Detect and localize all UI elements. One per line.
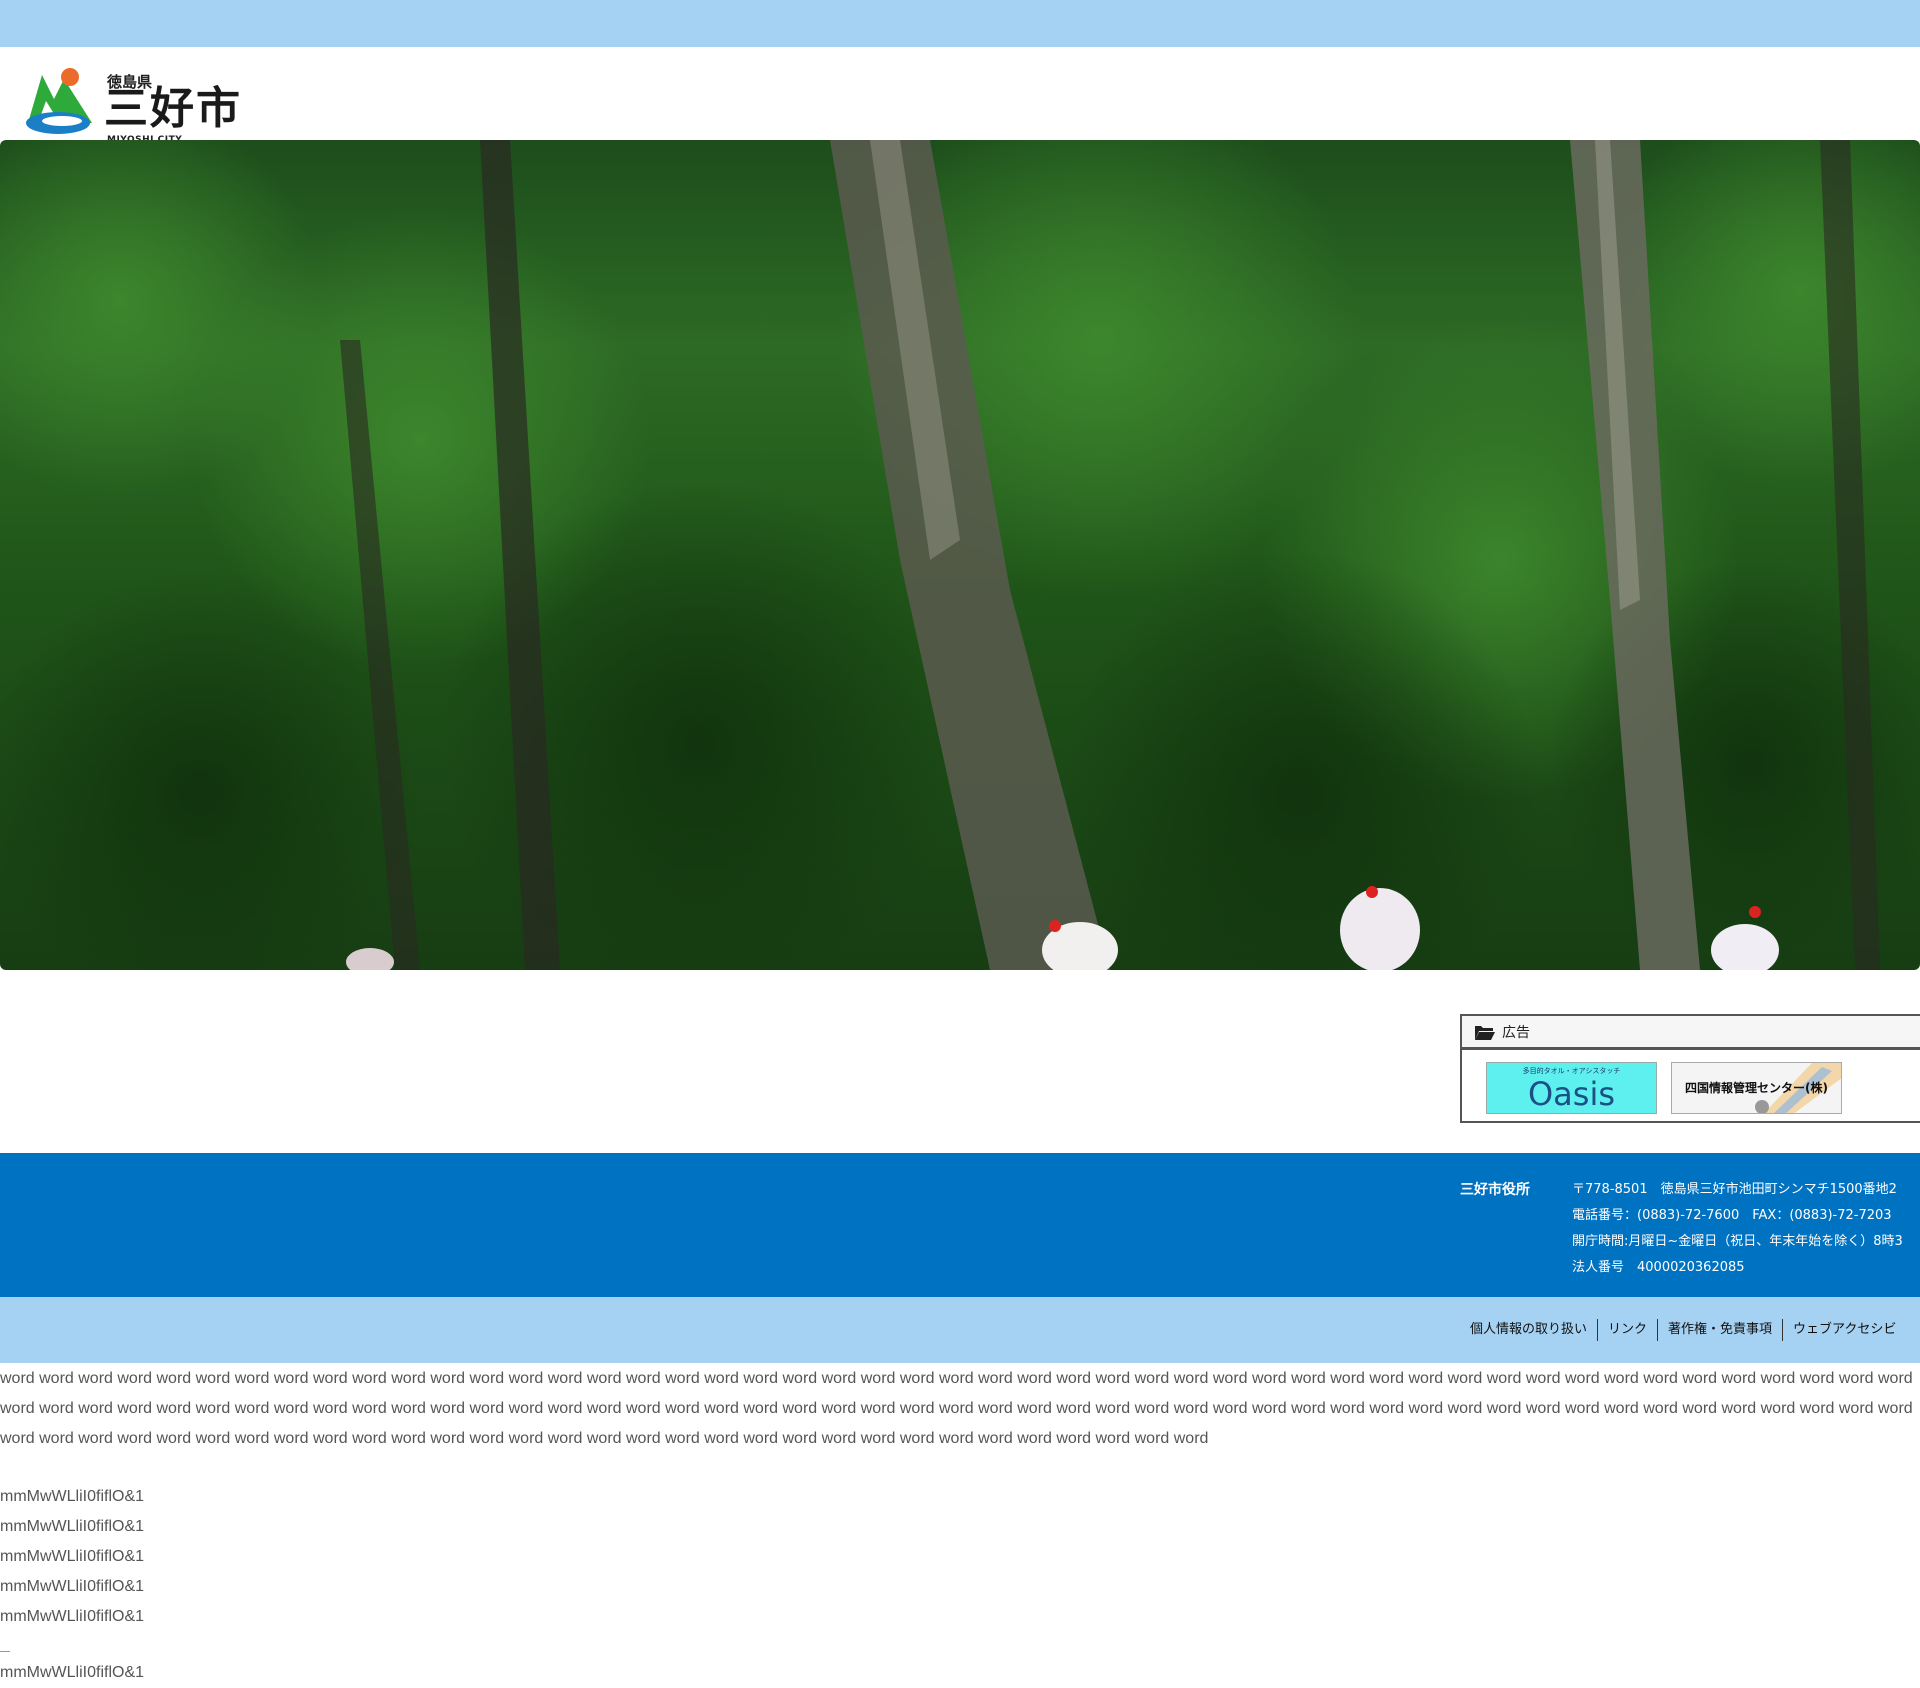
filler-sample-line: mmMwWLliI0fiflO&1: [0, 1518, 145, 1535]
footer-corp-number: 法人番号 4000020362085: [1572, 1260, 1745, 1275]
ad-banner-oasis-title: Oasis Touch: [1527, 1075, 1616, 1113]
footer-link-copyright[interactable]: 著作権・免責事項: [1657, 1319, 1782, 1341]
divider: [0, 1651, 10, 1652]
filler-sample-line: mmMwWLliI0fiflO&1: [0, 1608, 145, 1625]
hero-image: [0, 140, 1920, 970]
advertisement-header: 広告: [1462, 1016, 1920, 1050]
ad-banner-shikoku-info[interactable]: 四国情報管理センター(株): [1671, 1062, 1842, 1114]
filler-sample-line: mmMwWLliI0fiflO&1: [0, 1488, 145, 1505]
footer-office-name: 三好市役所: [1460, 1182, 1530, 1198]
footer-links: 個人情報の取り扱い リンク 著作権・免責事項 ウェブアクセシビ: [1460, 1319, 1906, 1341]
footer-address: 〒778-8501 徳島県三好市池田町シンマチ1500番地2: [1572, 1182, 1897, 1197]
ad-banner-shikoku-text: 四国情報管理センター(株): [1685, 1081, 1828, 1095]
filler-sample-line: mmMwWLliI0fiflO&1: [0, 1578, 145, 1595]
logo-city-name: 三好市: [104, 83, 242, 134]
city-emblem-icon: [26, 68, 92, 134]
folder-open-icon: [1475, 1025, 1495, 1040]
footer-hours: 開庁時間:月曜日~金曜日（祝日、年末年始を除く）8時3: [1572, 1234, 1903, 1249]
advertisement-banners: 多目的タオル・オアシスタッチ Oasis Touch 四国情報管理センター(株): [1486, 1062, 1842, 1114]
filler-sample-line-last: mmMwWLliI0fiflO&1: [0, 1664, 145, 1681]
filler-word-text: word word word word word word word word …: [0, 1370, 1913, 1447]
footer-contact: 三好市役所 〒778-8501 徳島県三好市池田町シンマチ1500番地2 電話番…: [0, 1153, 1920, 1297]
filler-sample-line: mmMwWLliI0fiflO&1: [0, 1548, 145, 1565]
forest-photo-illustration: [0, 140, 1920, 970]
filler-sample-lines: mmMwWLliI0fiflO&1 mmMwWLliI0fiflO&1 mmMw…: [0, 1482, 144, 1632]
site-header: 徳島県 三好市 MIYOSHI CITY: [0, 47, 1920, 145]
footer-link-privacy[interactable]: 個人情報の取り扱い: [1460, 1319, 1597, 1341]
footer-link-links[interactable]: リンク: [1597, 1319, 1657, 1341]
footer-links-bar: 個人情報の取り扱い リンク 著作権・免責事項 ウェブアクセシビ: [0, 1297, 1920, 1363]
advertisement-box: 広告 多目的タオル・オアシスタッチ Oasis Touch 四国情報管理センター…: [1460, 1014, 1920, 1123]
footer-phone: 電話番号：(0883)-72-7600 FAX：(0883)-72-7203: [1572, 1208, 1892, 1223]
site-logo-link[interactable]: 徳島県 三好市 MIYOSHI CITY: [24, 59, 264, 145]
advertisement-title: 広告: [1502, 1024, 1530, 1041]
footer-link-accessibility[interactable]: ウェブアクセシビ: [1782, 1319, 1906, 1341]
ad-banner-oasis-touch[interactable]: 多目的タオル・オアシスタッチ Oasis Touch: [1486, 1062, 1657, 1114]
top-bar: [0, 0, 1920, 47]
footer-contact-details: 〒778-8501 徳島県三好市池田町シンマチ1500番地2 電話番号：(088…: [1572, 1177, 1903, 1281]
